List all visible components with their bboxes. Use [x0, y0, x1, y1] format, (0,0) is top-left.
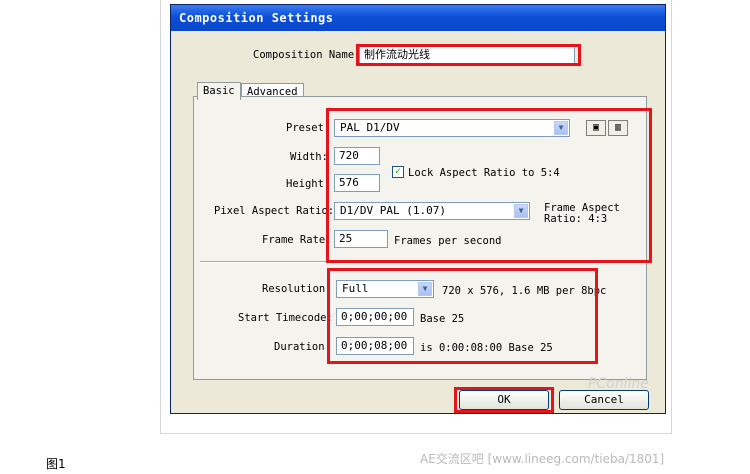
- pixel-aspect-label: Pixel Aspect Ratio:: [214, 205, 335, 217]
- cancel-button[interactable]: Cancel: [559, 390, 649, 410]
- frame-rate-label: Frame Rate:: [262, 234, 332, 246]
- composition-name-label: Composition Name:: [253, 49, 361, 61]
- height-label: Height:: [286, 178, 331, 190]
- watermark-text: AE交流区吧 [www.lineeg.com/tieba/1801]: [420, 452, 665, 466]
- preset-label: Preset:: [286, 122, 331, 134]
- composition-settings-dialog: Composition Settings Composition Name: 制…: [170, 4, 666, 414]
- duration-label: Duration:: [274, 341, 331, 353]
- tab-basic[interactable]: Basic: [197, 82, 241, 100]
- highlight-ok: [454, 387, 554, 413]
- watermark-logo: PConline: [588, 376, 649, 392]
- highlight-timing-group: [327, 268, 598, 364]
- width-label: Width:: [290, 151, 328, 163]
- figure-caption: 图1: [46, 457, 66, 471]
- dialog-title: Composition Settings: [171, 5, 665, 31]
- resolution-label: Resolution:: [262, 283, 332, 295]
- highlight-preset-group: [326, 108, 652, 263]
- highlight-name: [356, 44, 581, 66]
- start-timecode-label: Start Timecode:: [238, 312, 333, 324]
